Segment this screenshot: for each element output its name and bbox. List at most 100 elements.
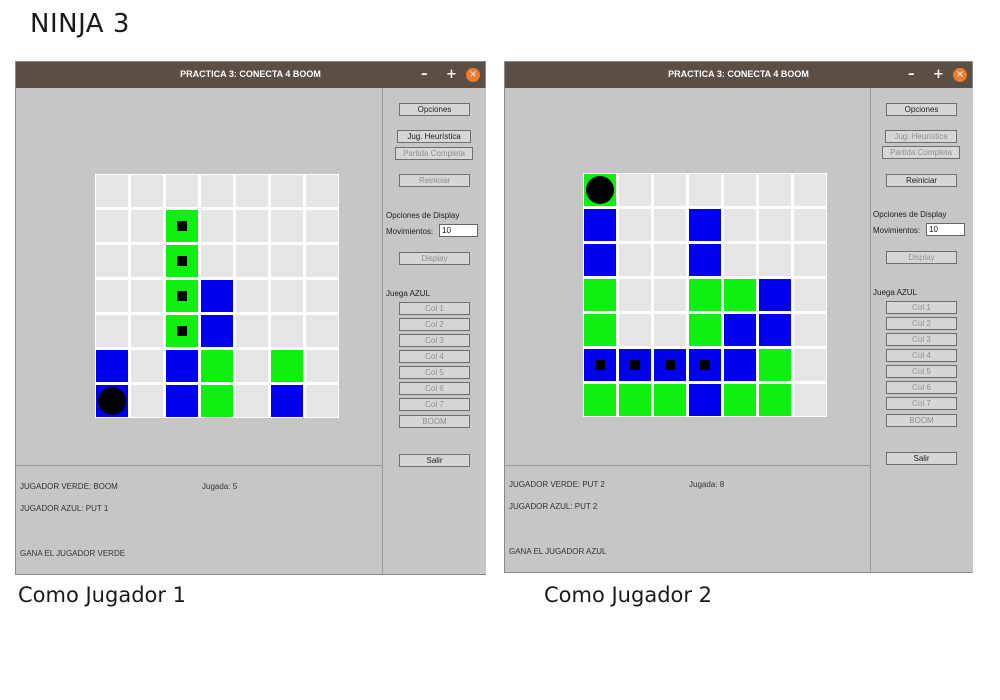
col-5-button[interactable]: Col 5 (399, 366, 470, 379)
board-cell (306, 210, 338, 242)
col-1-button[interactable]: Col 1 (399, 302, 470, 315)
reiniciar-button[interactable]: Reiniciar (399, 174, 470, 187)
col-4-button[interactable]: Col 4 (886, 349, 957, 362)
board-cell (306, 175, 338, 207)
board-cell (236, 385, 268, 417)
board-cell (131, 280, 163, 312)
salir-button[interactable]: Salir (399, 454, 470, 467)
board-cell (96, 385, 128, 417)
game-window-jugador-2: PRACTICA 3: CONECTA 4 BOOM – + × JUGADOR… (504, 61, 973, 573)
col-2-button[interactable]: Col 2 (886, 317, 957, 330)
board-cell (689, 279, 721, 311)
status-winner: GANA EL JUGADOR VERDE (20, 549, 126, 558)
partida-completa-button[interactable]: Partida Completa (882, 146, 960, 159)
col-3-button[interactable]: Col 3 (886, 333, 957, 346)
minimize-button[interactable]: – (908, 67, 915, 83)
board-cell (794, 384, 826, 416)
title-bar[interactable]: PRACTICA 3: CONECTA 4 BOOM – + × (505, 62, 972, 88)
board-cell (271, 350, 303, 382)
board-cell (96, 245, 128, 277)
page-title: NINJA 3 (30, 9, 130, 39)
board-cell (584, 384, 616, 416)
board-cell (131, 350, 163, 382)
board-cell (201, 245, 233, 277)
board-cell (689, 314, 721, 346)
title-bar[interactable]: PRACTICA 3: CONECTA 4 BOOM – + × (16, 62, 485, 88)
status-area: JUGADOR VERDE: BOOM Jugada: 5 JUGADOR AZ… (16, 465, 382, 574)
status-jugada: Jugada: 5 (202, 482, 238, 491)
bomb-marker (665, 360, 675, 370)
close-button[interactable]: × (953, 68, 967, 82)
col-3-button[interactable]: Col 3 (399, 334, 470, 347)
board-cell (201, 280, 233, 312)
salir-button[interactable]: Salir (886, 452, 957, 465)
board-cell (759, 384, 791, 416)
display-button[interactable]: Display (399, 252, 470, 265)
board-cell (724, 349, 756, 381)
board-cell (584, 244, 616, 276)
board-cell (271, 385, 303, 417)
board-cell (584, 174, 616, 206)
board-cell (584, 279, 616, 311)
board-cell (689, 174, 721, 206)
bomb-marker (700, 360, 710, 370)
col-2-button[interactable]: Col 2 (399, 318, 470, 331)
bomb-marker (177, 291, 187, 301)
movimientos-input[interactable]: 10 (926, 223, 965, 236)
board-cell (236, 210, 268, 242)
black-disc (586, 176, 614, 204)
display-button[interactable]: Display (886, 251, 957, 264)
board-cell (794, 349, 826, 381)
board-cell (131, 175, 163, 207)
reiniciar-button[interactable]: Reiniciar (886, 174, 957, 187)
board-cell (584, 314, 616, 346)
board-cell (759, 314, 791, 346)
caption-jugador-1: Como Jugador 1 (18, 583, 187, 607)
movimientos-input[interactable]: 10 (439, 224, 478, 237)
opciones-button[interactable]: Opciones (399, 103, 470, 116)
board-cell (166, 175, 198, 207)
close-button[interactable]: × (466, 68, 480, 82)
board-cell (306, 280, 338, 312)
maximize-button[interactable]: + (933, 67, 944, 83)
board-cell (306, 245, 338, 277)
board-cell (201, 350, 233, 382)
status-area: JUGADOR VERDE: PUT 2 Jugada: 8 JUGADOR A… (505, 465, 870, 572)
board-cell (759, 279, 791, 311)
board-cell (654, 174, 686, 206)
board-cell (236, 315, 268, 347)
bomb-marker (630, 360, 640, 370)
opciones-button[interactable]: Opciones (886, 103, 957, 116)
heuristica-button[interactable]: Jug. Heurística (397, 130, 471, 143)
col-7-button[interactable]: Col 7 (886, 397, 957, 410)
col-7-button[interactable]: Col 7 (399, 398, 470, 411)
board-cell (201, 175, 233, 207)
board-cell (236, 245, 268, 277)
col-6-button[interactable]: Col 6 (399, 382, 470, 395)
boom-button[interactable]: BOOM (886, 414, 957, 427)
board-cell (131, 245, 163, 277)
board-cell (689, 244, 721, 276)
col-4-button[interactable]: Col 4 (399, 350, 470, 363)
juega-label: Juega AZUL (873, 288, 918, 297)
board-cell (96, 280, 128, 312)
display-options-label: Opciones de Display (386, 211, 460, 220)
control-panel: Opciones Jug. Heurística Partida Complet… (870, 88, 973, 572)
board-cell (584, 209, 616, 241)
status-jugador-verde: JUGADOR VERDE: BOOM (20, 482, 118, 491)
maximize-button[interactable]: + (446, 67, 457, 83)
boom-button[interactable]: BOOM (399, 415, 470, 428)
partida-completa-button[interactable]: Partida Completa (395, 147, 473, 160)
col-6-button[interactable]: Col 6 (886, 381, 957, 394)
status-jugador-azul: JUGADOR AZUL: PUT 2 (509, 502, 598, 511)
col-1-button[interactable]: Col 1 (886, 301, 957, 314)
board-cell (306, 385, 338, 417)
col-5-button[interactable]: Col 5 (886, 365, 957, 378)
board-cell (724, 209, 756, 241)
movimientos-label: Movimientos: (386, 227, 434, 236)
board-cell (654, 384, 686, 416)
heuristica-button[interactable]: Jug. Heurística (885, 130, 957, 143)
board-cell (131, 210, 163, 242)
minimize-button[interactable]: – (421, 67, 428, 83)
board-cell (619, 314, 651, 346)
